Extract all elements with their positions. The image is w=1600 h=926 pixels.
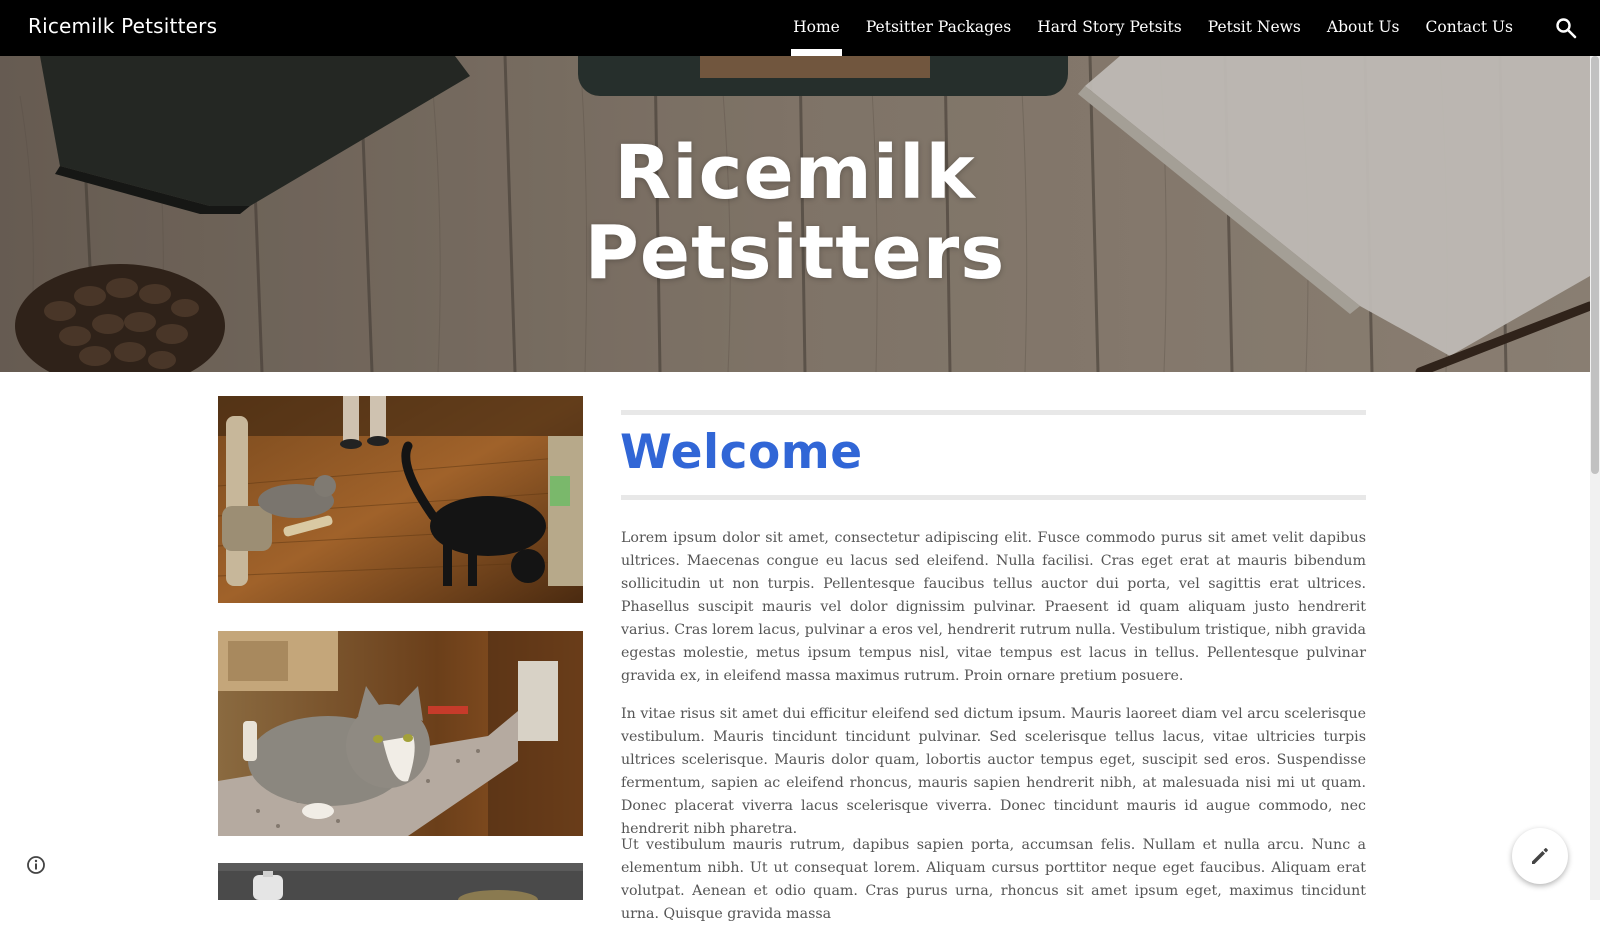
kitchen-photo	[218, 863, 583, 900]
site-name-link[interactable]: Ricemilk Petsitters	[28, 14, 217, 38]
nav-item-hard-story-petsits[interactable]: Hard Story Petsits	[1024, 0, 1195, 56]
info-icon[interactable]	[26, 855, 46, 875]
nav-item-home[interactable]: Home	[780, 0, 853, 56]
hero-title: Ricemilk Petsitters	[0, 133, 1590, 293]
edit-button[interactable]	[1512, 828, 1568, 884]
search-icon[interactable]	[1554, 16, 1578, 40]
pencil-icon	[1532, 848, 1548, 864]
welcome-heading: Welcome	[620, 425, 863, 480]
hero-title-line-1: Ricemilk	[614, 130, 976, 216]
gray-cat-on-counter-photo	[218, 631, 583, 836]
heading-divider-top	[621, 410, 1366, 415]
nav-item-petsitter-packages[interactable]: Petsitter Packages	[853, 0, 1024, 56]
top-nav-bar: Ricemilk Petsitters Home Petsitter Packa…	[0, 0, 1600, 56]
paragraph-1: Lorem ipsum dolor sit amet, consectetur …	[621, 530, 1366, 684]
hero-banner: Ricemilk Petsitters	[0, 56, 1590, 372]
nav-item-about-us[interactable]: About Us	[1314, 0, 1413, 56]
heading-divider-bottom	[621, 495, 1366, 500]
nav-item-petsit-news[interactable]: Petsit News	[1195, 0, 1314, 56]
main-nav: Home Petsitter Packages Hard Story Petsi…	[780, 0, 1526, 56]
page-scrollbar[interactable]	[1590, 56, 1600, 900]
paragraph-2: In vitae risus sit amet dui efficitur el…	[621, 706, 1366, 837]
paragraph-3: Ut vestibulum mauris rutrum, dapibus sap…	[621, 837, 1366, 922]
cats-on-wood-floor-photo	[218, 396, 583, 603]
hero-title-line-2: Petsitters	[584, 210, 1006, 296]
scrollbar-thumb[interactable]	[1591, 56, 1599, 474]
nav-item-contact-us[interactable]: Contact Us	[1413, 0, 1527, 56]
